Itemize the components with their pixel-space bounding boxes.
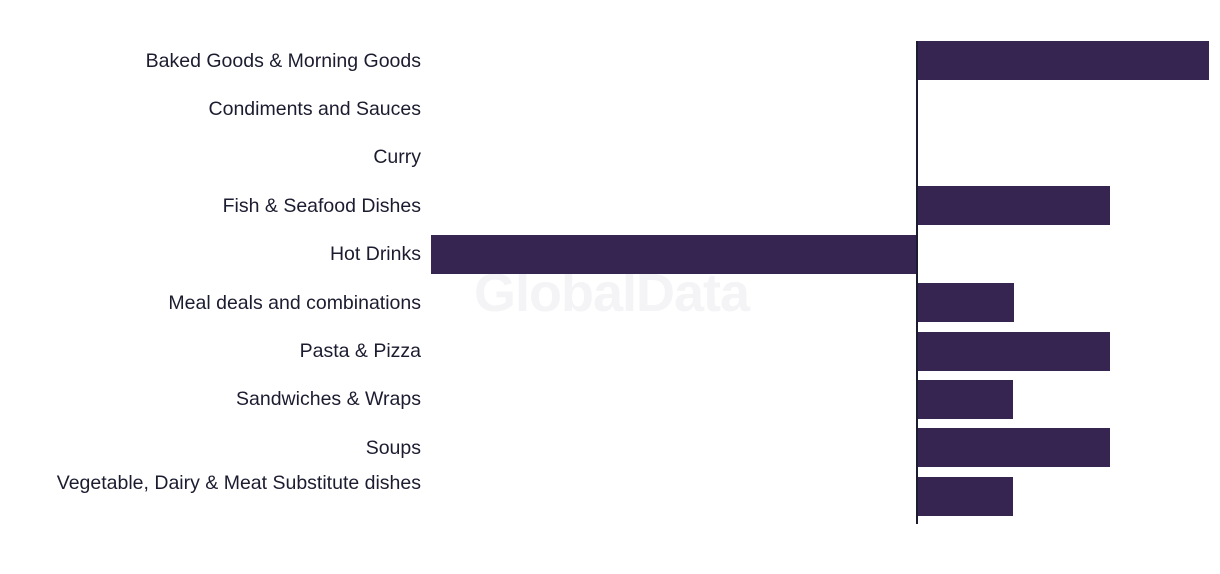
bar-soups[interactable] — [917, 428, 1110, 468]
category-label-sandwiches-wraps: Sandwiches & Wraps — [236, 388, 421, 411]
bar-meal-deals-and-combinations[interactable] — [917, 283, 1014, 323]
bar-chart: GlobalData Baked Goods & Morning Goods C… — [0, 0, 1220, 574]
table-row: Baked Goods & Morning Goods — [0, 37, 1220, 85]
table-row: Soups — [0, 424, 1220, 472]
table-row: Meal deals and combinations — [0, 279, 1220, 327]
category-label-pasta-pizza: Pasta & Pizza — [299, 340, 421, 362]
table-row: Fish & Seafood Dishes — [0, 182, 1220, 230]
category-label-vegetable-dairy-meat-substitute-dishes: Vegetable, Dairy & Meat Substitute dishe… — [56, 472, 421, 495]
category-label-fish-seafood-dishes: Fish & Seafood Dishes — [222, 194, 421, 217]
bar-baked-goods-morning-goods[interactable] — [917, 41, 1209, 81]
table-row: Pasta & Pizza — [0, 327, 1220, 375]
table-row: Curry — [0, 133, 1220, 181]
bar-vegetable-dairy-meat-substitute-dishes[interactable] — [917, 476, 1013, 516]
category-label-curry: Curry — [373, 146, 421, 169]
zero-axis-line — [916, 41, 918, 524]
category-label-baked-goods-morning-goods: Baked Goods & Morning Goods — [145, 49, 421, 72]
table-row: Hot Drinks — [0, 230, 1220, 278]
bar-pasta-pizza[interactable] — [917, 331, 1110, 371]
table-row: Vegetable, Dairy & Meat Substitute dishe… — [0, 472, 1220, 520]
table-row: Sandwiches & Wraps — [0, 375, 1220, 423]
plot-area: Baked Goods & Morning Goods Condiments a… — [0, 0, 1220, 574]
bar-hot-drinks[interactable] — [431, 234, 917, 274]
category-label-hot-drinks: Hot Drinks — [329, 243, 421, 266]
bar-sandwiches-wraps[interactable] — [917, 379, 1013, 419]
table-row: Condiments and Sauces — [0, 85, 1220, 133]
category-label-meal-deals-and-combinations: Meal deals and combinations — [168, 291, 421, 314]
category-label-condiments-and-sauces: Condiments and Sauces — [208, 98, 421, 120]
category-label-soups: Soups — [365, 436, 421, 459]
bar-fish-seafood-dishes[interactable] — [917, 186, 1110, 226]
